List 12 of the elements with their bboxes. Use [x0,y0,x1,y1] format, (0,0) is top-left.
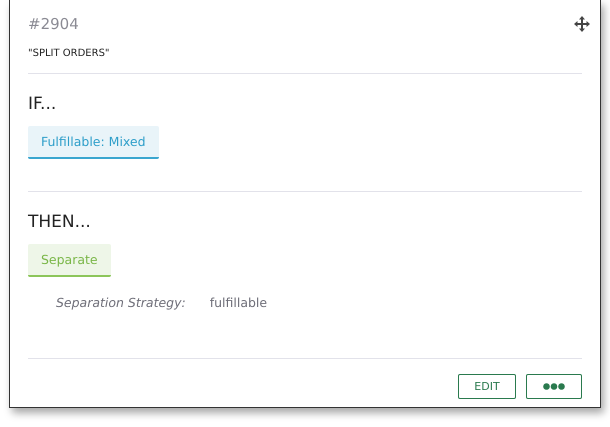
more-button[interactable] [526,374,582,399]
more-icon [543,383,565,390]
action-chip: Separate [28,244,111,277]
section-heading: IF... [28,94,58,114]
rule-name: "SPLIT ORDERS" [28,48,111,59]
detail-label: Separation Strategy: [56,295,186,310]
section-heading: THEN... [28,212,92,232]
rule-number: #2904 [28,15,79,33]
detail-value: fulfillable [210,295,268,310]
condition-chip: Fulfillable: Mixed [28,126,159,159]
edit-button[interactable]: EDIT [458,374,516,399]
move-icon[interactable] [573,15,591,33]
